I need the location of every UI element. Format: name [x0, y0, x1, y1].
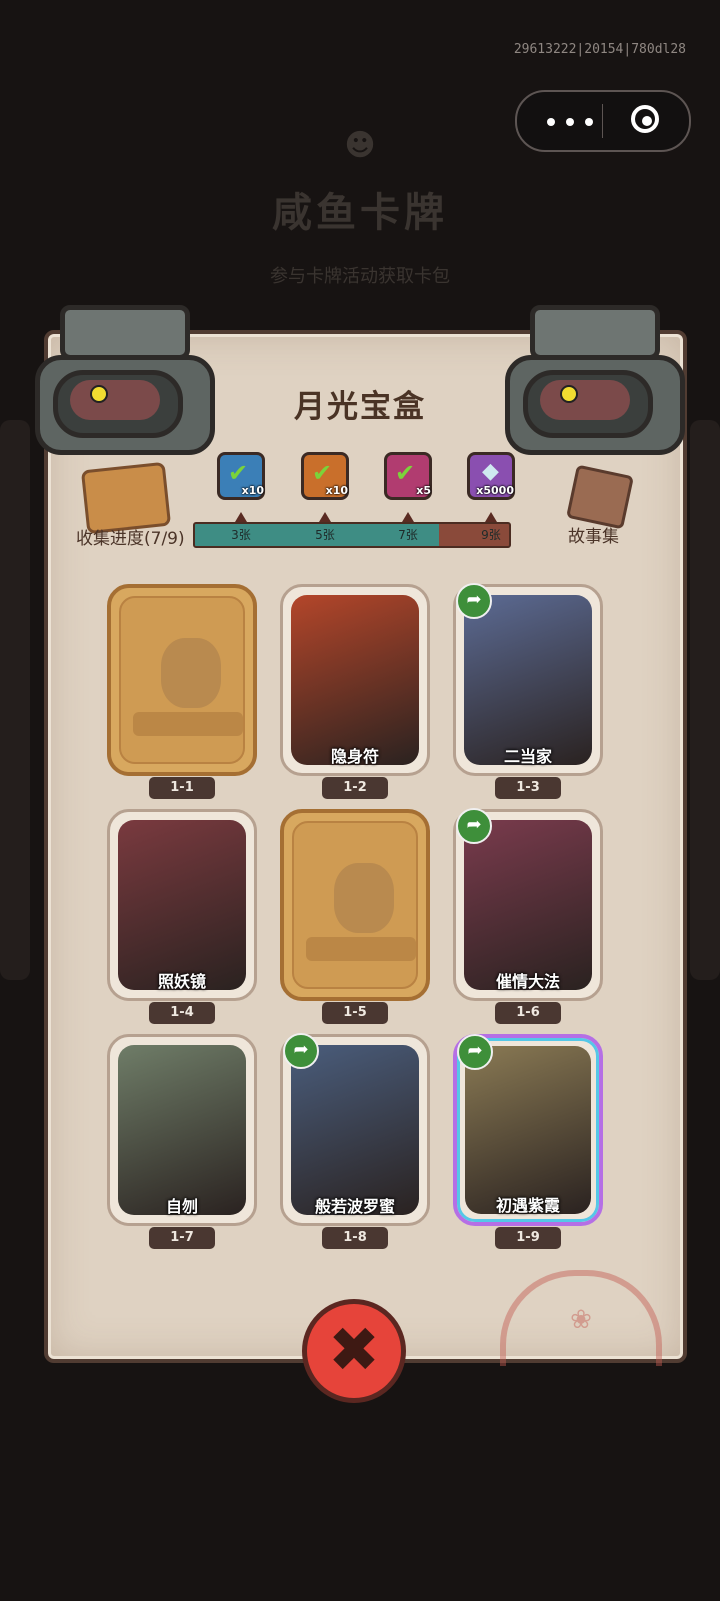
- card-title: 二当家: [503, 747, 552, 766]
- milestone-label: 9张: [481, 528, 501, 542]
- close-button[interactable]: ✖: [302, 1299, 406, 1403]
- reward-quantity: x5: [416, 484, 431, 497]
- camera-fish-decoration-right: [490, 300, 685, 455]
- card-number-label: 1-4: [149, 1002, 215, 1024]
- milestone-marker: [485, 512, 497, 522]
- reward-quantity: x10: [241, 484, 264, 497]
- card-1-9[interactable]: 初遇紫霞 ➦: [453, 1034, 603, 1226]
- mini-program-capsule: [515, 90, 691, 152]
- card-number-label: 1-6: [495, 1002, 561, 1024]
- milestone-label: 3张: [231, 528, 251, 542]
- check-icon: ✔: [228, 459, 249, 487]
- card-number-label: 1-5: [322, 1002, 388, 1024]
- card-1-5[interactable]: [280, 809, 430, 1001]
- milestone-label: 7张: [398, 528, 418, 542]
- card-title: 照妖镜: [157, 972, 206, 991]
- card-number-label: 1-2: [322, 777, 388, 799]
- milestone-reward-2[interactable]: ✔ x10: [301, 452, 349, 500]
- locked-card-silhouette: [292, 821, 418, 989]
- crystal-icon: ◆: [482, 459, 499, 484]
- card-artwork: [291, 1045, 419, 1215]
- collect-progress-label: 收集进度(7/9): [76, 529, 185, 549]
- story-book-icon[interactable]: [566, 464, 634, 530]
- card-artwork: [464, 820, 592, 990]
- silhouette-face: [334, 863, 394, 933]
- card-1-8[interactable]: 般若波罗蜜 ➦: [280, 1033, 430, 1226]
- card-number-label: 1-7: [149, 1227, 215, 1249]
- card-artwork: [465, 1046, 591, 1214]
- milestone-reward-3[interactable]: ✔ x5: [384, 452, 432, 500]
- story-collection-button[interactable]: 故事集: [568, 522, 619, 547]
- build-info: 29613222|20154|780dl28: [513, 42, 686, 57]
- bg-side-panel-right: [690, 420, 720, 980]
- card-1-1[interactable]: [107, 584, 257, 776]
- card-artwork: [464, 595, 592, 765]
- card-title: 般若波罗蜜: [314, 1197, 395, 1216]
- milestone-reward-4[interactable]: ◆ x5000: [467, 452, 515, 500]
- panel-title: 月光宝盒: [294, 389, 426, 425]
- bg-side-panel-left: [0, 420, 30, 980]
- card-artwork: [118, 820, 246, 990]
- card-artwork: [291, 595, 419, 765]
- card-1-4[interactable]: 照妖镜: [107, 809, 257, 1001]
- milestone-marker: [319, 512, 331, 522]
- check-icon: ✔: [395, 459, 416, 487]
- silhouette-ribbon: [306, 937, 416, 961]
- milestone-marker: [402, 512, 414, 522]
- camera-fish-decoration-left: [20, 300, 215, 455]
- milestone-marker: [235, 512, 247, 522]
- bg-page-subtitle: 参与卡牌活动获取卡包: [270, 266, 450, 287]
- card-title: 初遇紫霞: [495, 1196, 560, 1215]
- capsule-divider: [602, 104, 603, 138]
- card-artwork: [118, 1045, 246, 1215]
- share-icon[interactable]: ➦: [456, 808, 492, 844]
- more-dots-icon[interactable]: [547, 118, 593, 126]
- card-title: 隐身符: [330, 747, 379, 766]
- milestone-reward-1[interactable]: ✔ x10: [217, 452, 265, 500]
- card-number-label: 1-3: [495, 777, 561, 799]
- locked-card-silhouette: [119, 596, 245, 764]
- card-1-2[interactable]: 隐身符: [280, 584, 430, 776]
- share-icon[interactable]: ➦: [283, 1033, 319, 1069]
- silhouette-face: [161, 638, 221, 708]
- card-1-7[interactable]: 自刎: [107, 1034, 257, 1226]
- share-icon[interactable]: ➦: [456, 583, 492, 619]
- card-1-6[interactable]: 催情大法 ➦: [453, 808, 603, 1001]
- close-x-icon: ✖: [328, 1313, 380, 1386]
- card-1-3[interactable]: 二当家 ➦: [453, 583, 603, 776]
- card-title: 催情大法: [495, 972, 560, 991]
- card-number-label: 1-1: [149, 777, 215, 799]
- check-icon: ✔: [312, 459, 333, 487]
- card-number-label: 1-9: [495, 1227, 561, 1249]
- reward-quantity: x10: [325, 484, 348, 497]
- bg-page-title: 咸鱼卡牌: [272, 190, 448, 236]
- target-icon[interactable]: [631, 105, 659, 133]
- share-icon[interactable]: ➦: [457, 1034, 493, 1070]
- card-title: 自刎: [165, 1197, 198, 1216]
- silhouette-ribbon: [133, 712, 243, 736]
- milestone-label: 5张: [315, 528, 335, 542]
- card-number-label: 1-8: [322, 1227, 388, 1249]
- reward-quantity: x5000: [476, 484, 514, 497]
